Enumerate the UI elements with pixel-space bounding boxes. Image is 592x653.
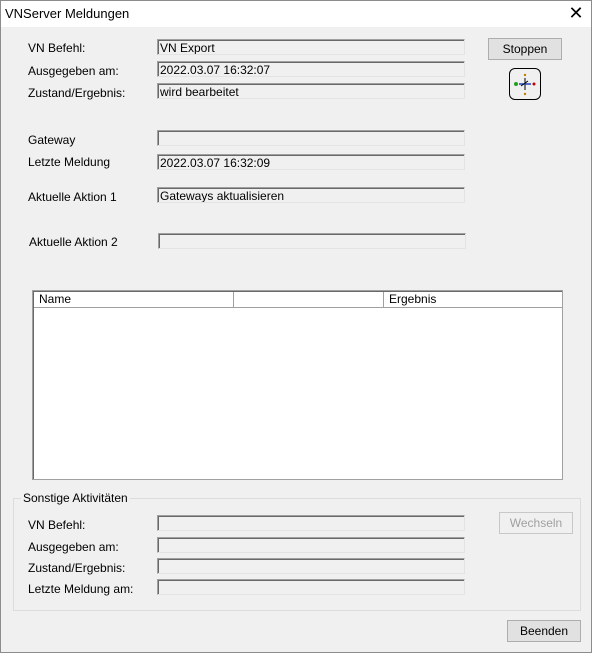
- group-title: Sonstige Aktivitäten: [21, 491, 130, 505]
- sonstige-zustand-label: Zustand/Ergebnis:: [28, 561, 126, 575]
- letzte-meldung-field: 2022.03.07 16:32:09: [157, 154, 465, 170]
- sonstige-ausgegeben-label: Ausgegeben am:: [28, 540, 119, 554]
- beenden-button[interactable]: Beenden: [507, 620, 581, 642]
- stoppen-button[interactable]: Stoppen: [488, 38, 562, 60]
- zustand-label: Zustand/Ergebnis:: [28, 86, 126, 100]
- sonstige-letzte-meldung-field: [157, 579, 465, 595]
- ausgegeben-field: 2022.03.07 16:32:07: [157, 61, 465, 77]
- column-header-blank[interactable]: [234, 292, 384, 308]
- sonstige-vn-befehl-label: VN Befehl:: [28, 518, 86, 532]
- zustand-field: wird bearbeitet: [157, 83, 465, 99]
- aktion2-field: [158, 233, 466, 249]
- sonstige-vn-befehl-field: [157, 515, 465, 531]
- vn-befehl-label: VN Befehl:: [28, 41, 86, 55]
- gateway-label: Gateway: [28, 133, 76, 147]
- sonstige-letzte-meldung-label: Letzte Meldung am:: [28, 582, 134, 596]
- column-header-name[interactable]: Name: [34, 292, 234, 308]
- network-status-icon: [509, 68, 541, 100]
- sonstige-ausgegeben-field: [157, 537, 465, 553]
- gateway-field: [157, 130, 465, 146]
- dialog-window: VNServer Meldungen ✕ VN Befehl: VN Expor…: [0, 0, 592, 653]
- letzte-meldung-label: Letzte Meldung: [28, 155, 111, 169]
- column-header-ergebnis[interactable]: Ergebnis: [384, 292, 562, 308]
- aktion1-label: Aktuelle Aktion 1: [28, 190, 117, 204]
- sonstige-zustand-field: [157, 558, 465, 574]
- close-icon[interactable]: ✕: [565, 3, 587, 23]
- aktion1-field: Gateways aktualisieren: [157, 187, 465, 203]
- wechseln-button[interactable]: Wechseln: [499, 512, 573, 534]
- vn-befehl-field: VN Export: [157, 39, 465, 55]
- ausgegeben-label: Ausgegeben am:: [28, 64, 119, 78]
- aktion2-label: Aktuelle Aktion 2: [29, 235, 118, 249]
- title-bar: VNServer Meldungen ✕: [1, 1, 591, 27]
- results-list[interactable]: Name Ergebnis: [32, 290, 563, 480]
- window-title: VNServer Meldungen: [5, 6, 130, 21]
